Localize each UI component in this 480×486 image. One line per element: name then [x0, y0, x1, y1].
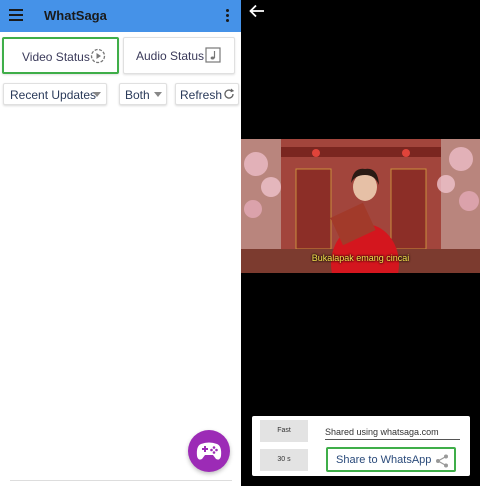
video-subtitle: Bukalapak emang cincai	[311, 253, 410, 263]
tab-video-status-label: Video Status	[22, 50, 90, 64]
tab-audio-status[interactable]: Audio Status	[123, 37, 235, 74]
refresh-label: Refresh	[180, 88, 223, 102]
arrow-back-icon[interactable]	[249, 4, 265, 18]
speed-fast-button[interactable]: Fast	[260, 420, 308, 442]
app-bar: WhatSaga	[0, 0, 241, 32]
chevron-down-icon	[154, 92, 162, 97]
refresh-icon	[224, 88, 235, 99]
tab-video-status[interactable]: Video Status	[2, 37, 119, 74]
refresh-button[interactable]: Refresh	[175, 83, 239, 105]
tab-audio-status-label: Audio Status	[136, 49, 205, 63]
app-pane: WhatSaga Video Status Audio Status Recen…	[0, 0, 241, 486]
gamepad-icon	[196, 442, 222, 460]
menu-icon[interactable]	[9, 9, 23, 21]
chevron-down-icon	[93, 92, 101, 97]
caption-input[interactable]	[325, 426, 460, 440]
both-dropdown[interactable]: Both	[119, 83, 167, 105]
games-fab-button[interactable]	[188, 430, 230, 472]
app-title: WhatSaga	[44, 8, 107, 23]
share-to-whatsapp-button[interactable]: Share to WhatsApp	[326, 447, 456, 472]
both-label: Both	[125, 88, 150, 102]
share-icon	[436, 454, 448, 468]
share-to-whatsapp-label: Share to WhatsApp	[336, 454, 432, 466]
recent-updates-label: Recent Updates	[10, 88, 97, 102]
duration-button[interactable]: 30 s	[260, 449, 308, 471]
more-vert-icon[interactable]	[220, 6, 234, 26]
play-circle-icon	[90, 48, 106, 64]
divider	[10, 480, 232, 481]
video-player-pane: Bukalapak emang cincai Fast 30 s Share t…	[241, 0, 480, 486]
video-frame[interactable]: Bukalapak emang cincai	[241, 139, 480, 273]
share-panel: Fast 30 s Share to WhatsApp	[252, 416, 470, 476]
recent-updates-dropdown[interactable]: Recent Updates	[3, 83, 107, 105]
music-note-icon	[205, 47, 221, 63]
